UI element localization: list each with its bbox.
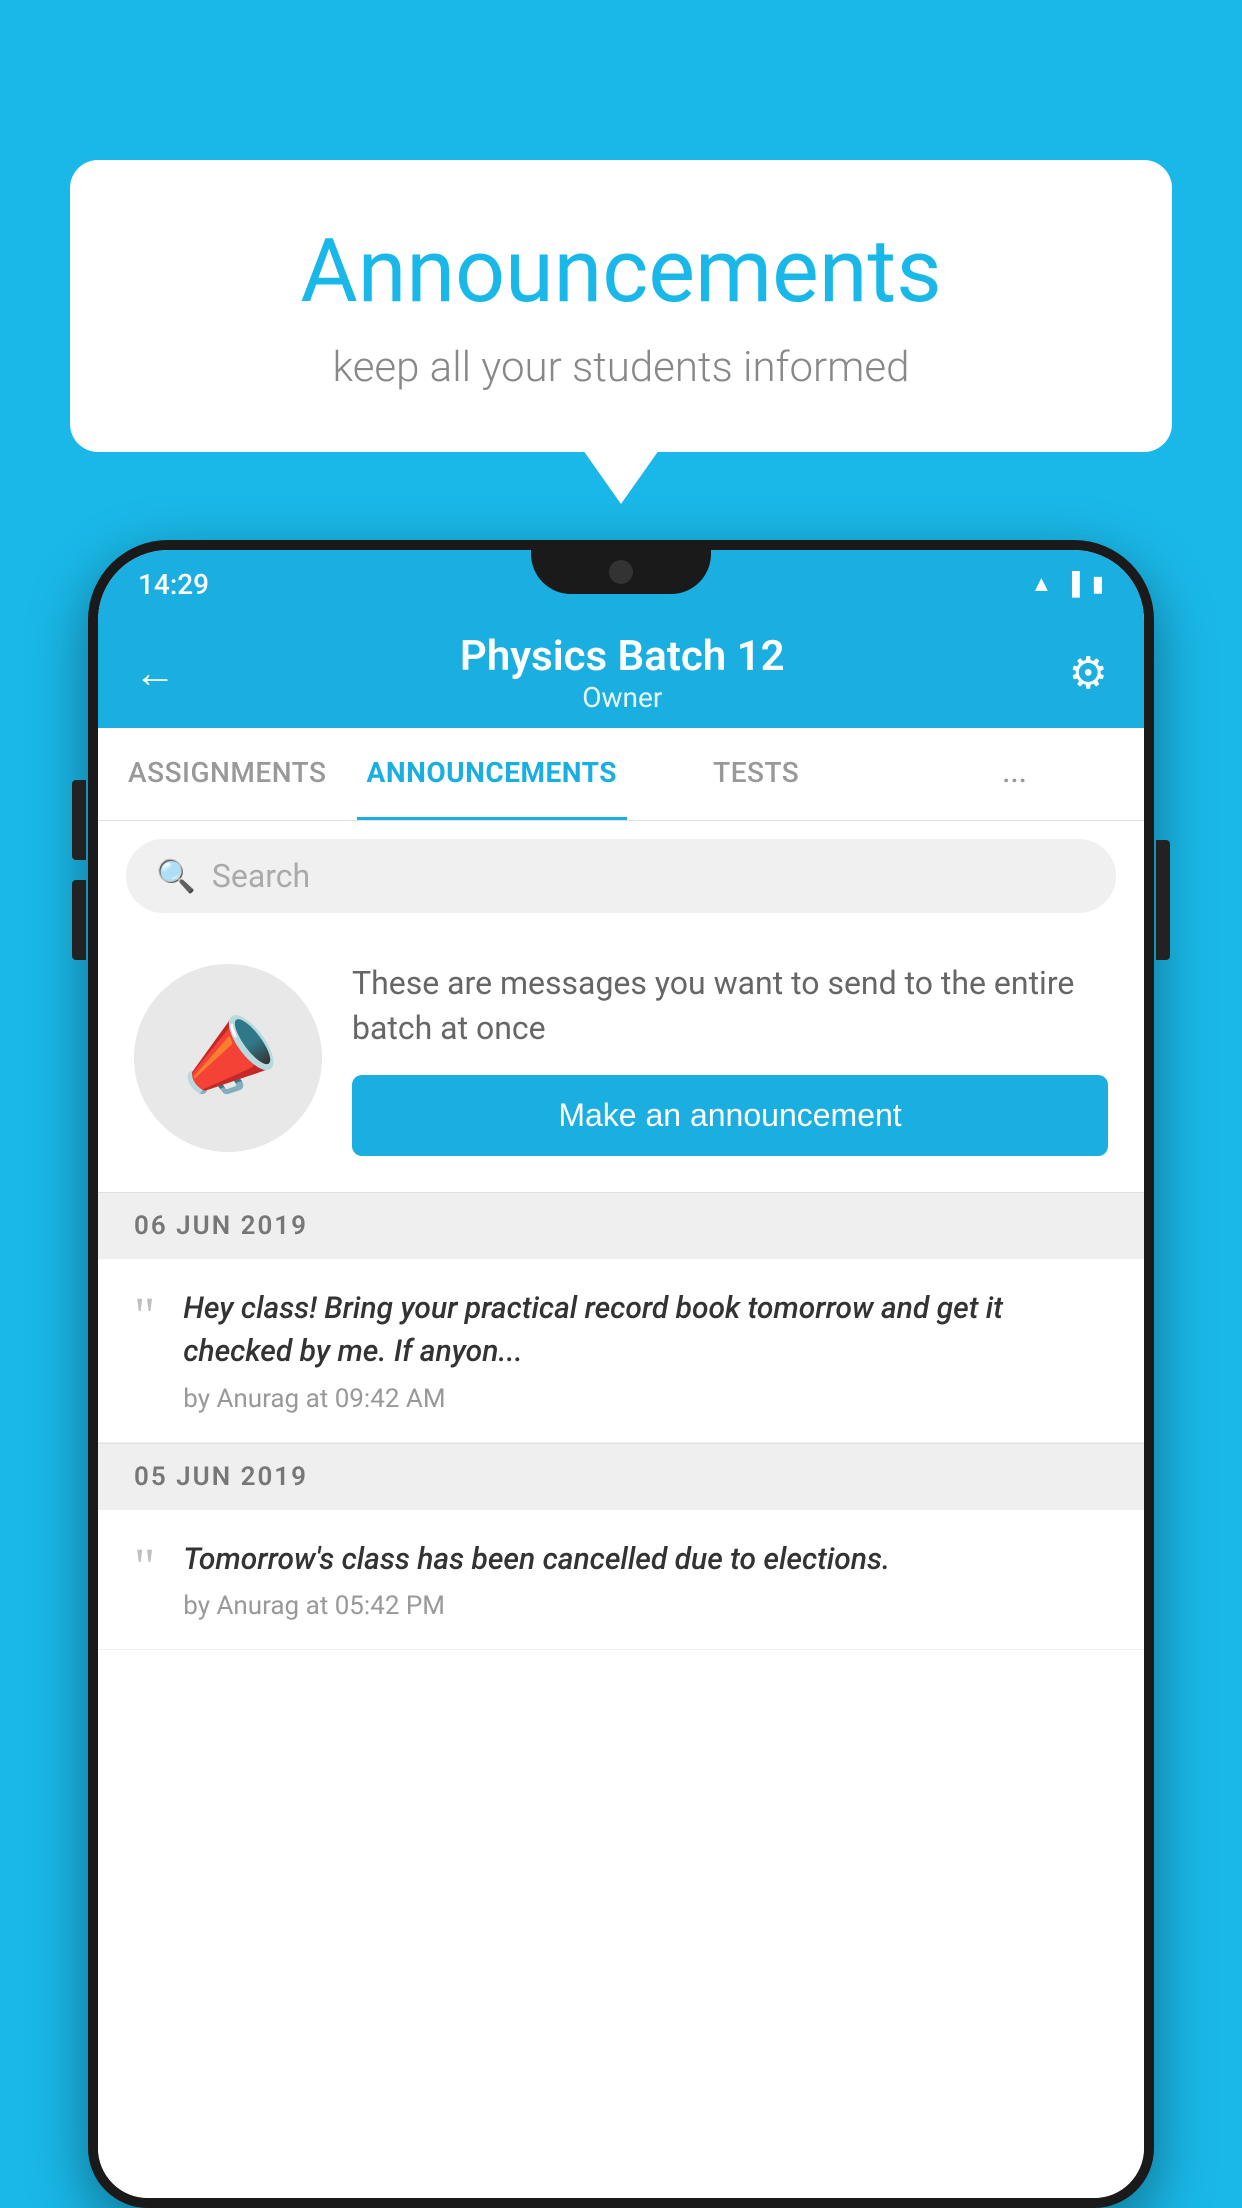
- bubble-title: Announcements: [130, 220, 1112, 323]
- status-time: 14:29: [138, 568, 209, 601]
- app-header: ← Physics Batch 12 Owner ⚙: [98, 618, 1144, 728]
- side-button-power: [1156, 840, 1170, 960]
- announcement-author-1: by Anurag at 09:42 AM: [183, 1384, 1108, 1414]
- back-button[interactable]: ←: [134, 649, 176, 698]
- batch-title: Physics Batch 12: [460, 632, 785, 681]
- date-header-05jun: 05 JUN 2019: [98, 1443, 1144, 1510]
- tab-more[interactable]: ...: [885, 728, 1144, 820]
- side-button-vol-down: [72, 880, 86, 960]
- tab-tests[interactable]: TESTS: [627, 728, 886, 820]
- header-title-group: Physics Batch 12 Owner: [460, 632, 785, 714]
- search-container: 🔍 Search: [98, 821, 1144, 931]
- date-header-06jun: 06 JUN 2019: [98, 1192, 1144, 1259]
- announcement-text-2: Tomorrow's class has been cancelled due …: [183, 1538, 1108, 1582]
- quote-icon-2: ": [134, 1542, 155, 1622]
- front-camera: [609, 560, 633, 584]
- search-icon: 🔍: [156, 857, 196, 895]
- tab-announcements[interactable]: ANNOUNCEMENTS: [357, 728, 627, 820]
- announcement-author-2: by Anurag at 05:42 PM: [183, 1591, 1108, 1621]
- promo-content: These are messages you want to send to t…: [352, 961, 1108, 1156]
- announcements-list: 06 JUN 2019 " Hey class! Bring your prac…: [98, 1192, 1144, 2158]
- promo-card: 📣 These are messages you want to send to…: [98, 931, 1144, 1192]
- batch-role: Owner: [460, 681, 785, 714]
- phone-notch: [531, 550, 711, 594]
- side-button-vol-up: [72, 780, 86, 860]
- announcement-content-1: Hey class! Bring your practical record b…: [183, 1287, 1108, 1414]
- announcement-text-1: Hey class! Bring your practical record b…: [183, 1287, 1108, 1374]
- settings-icon[interactable]: ⚙: [1069, 647, 1108, 699]
- announcement-item-2[interactable]: " Tomorrow's class has been cancelled du…: [98, 1510, 1144, 1651]
- wifi-icon: ▲: [1031, 571, 1053, 597]
- promo-icon-circle: 📣: [134, 964, 322, 1152]
- status-icons: ▲ ▐ ▮: [1031, 571, 1104, 597]
- search-placeholder: Search: [212, 857, 310, 895]
- promo-description: These are messages you want to send to t…: [352, 961, 1108, 1051]
- battery-icon: ▮: [1092, 572, 1104, 597]
- speech-bubble: Announcements keep all your students inf…: [70, 160, 1172, 452]
- announcement-item-1[interactable]: " Hey class! Bring your practical record…: [98, 1259, 1144, 1443]
- quote-icon-1: ": [134, 1291, 155, 1414]
- phone-mockup: 14:29 ▲ ▐ ▮ ← Physics Batch 12 Owner ⚙ A…: [88, 540, 1154, 2208]
- tab-assignments[interactable]: ASSIGNMENTS: [98, 728, 357, 820]
- status-bar: 14:29 ▲ ▐ ▮: [98, 550, 1144, 618]
- make-announcement-button[interactable]: Make an announcement: [352, 1075, 1108, 1156]
- search-bar[interactable]: 🔍 Search: [126, 839, 1116, 913]
- bubble-subtitle: keep all your students informed: [130, 343, 1112, 392]
- phone-bottom-bar: [98, 2158, 1144, 2198]
- megaphone-icon: 📣: [168, 1000, 289, 1117]
- signal-icon: ▐: [1064, 571, 1080, 597]
- tabs-bar: ASSIGNMENTS ANNOUNCEMENTS TESTS ...: [98, 728, 1144, 821]
- speech-bubble-container: Announcements keep all your students inf…: [70, 160, 1172, 452]
- announcement-content-2: Tomorrow's class has been cancelled due …: [183, 1538, 1108, 1622]
- phone-screen: 14:29 ▲ ▐ ▮ ← Physics Batch 12 Owner ⚙ A…: [98, 550, 1144, 2198]
